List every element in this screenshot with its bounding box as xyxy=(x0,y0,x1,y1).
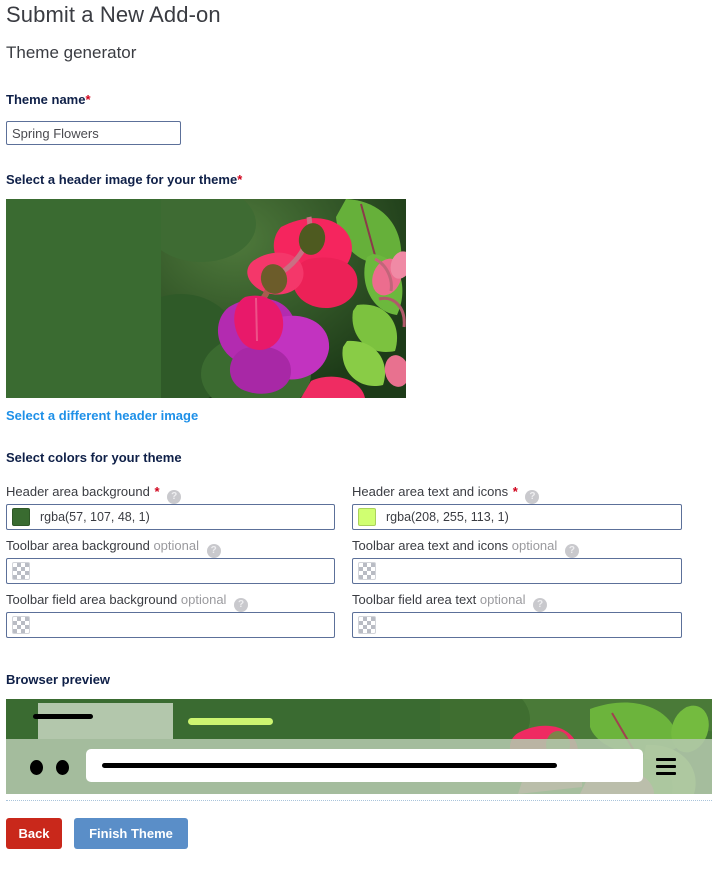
color-value-text: rgba(57, 107, 48, 1) xyxy=(40,510,150,524)
optional-text: optional xyxy=(511,538,558,553)
color-field-caption: Header area text and icons * ? xyxy=(352,484,682,504)
color-field-toolbar-field-area-background: Toolbar field area background optional ? xyxy=(6,592,335,638)
color-field-label: Header area background xyxy=(6,484,150,499)
color-swatch-transparent[interactable] xyxy=(12,616,30,634)
header-image-photo xyxy=(161,199,406,398)
color-field-label: Toolbar area background xyxy=(6,538,150,553)
theme-generator-page: Submit a New Add-on Theme generator Them… xyxy=(0,0,718,870)
preview-hamburger-menu-icon xyxy=(656,758,676,776)
optional-text: optional xyxy=(153,538,199,553)
color-swatch[interactable] xyxy=(12,508,30,526)
color-field-caption: Toolbar field area background optional ? xyxy=(6,592,335,612)
page-subtitle: Theme generator xyxy=(6,43,137,62)
help-icon[interactable]: ? xyxy=(525,490,540,504)
color-field-label: Toolbar field area text xyxy=(352,592,477,607)
color-field-header-area-text-and-icons: Header area text and icons * ? rgba(208,… xyxy=(352,484,682,530)
color-picker-input[interactable]: rgba(57, 107, 48, 1) xyxy=(6,504,335,530)
preview-url-text-bar xyxy=(102,763,557,768)
help-icon[interactable]: ? xyxy=(234,598,249,612)
color-field-label: Toolbar area text and icons xyxy=(352,538,509,553)
optional-text: optional xyxy=(479,592,526,607)
page-title: Submit a New Add-on xyxy=(6,2,221,27)
color-field-caption: Toolbar area background optional ? xyxy=(6,538,335,558)
preview-url-bar xyxy=(86,749,643,782)
preview-toolbar xyxy=(6,739,712,794)
preview-tab-strip xyxy=(6,699,712,739)
color-field-toolbar-area-background: Toolbar area background optional ? xyxy=(6,538,335,584)
preview-active-tab xyxy=(38,703,173,739)
colors-section-label: Select colors for your theme xyxy=(6,450,182,465)
color-field-header-area-background: Header area background * ? rgba(57, 107,… xyxy=(6,484,335,530)
theme-name-label-text: Theme name xyxy=(6,92,86,107)
color-field-caption: Toolbar field area text optional ? xyxy=(352,592,682,612)
browser-preview-label: Browser preview xyxy=(6,672,111,687)
header-image-label-text: Select a header image for your theme xyxy=(6,172,238,187)
required-asterisk: * xyxy=(85,92,91,107)
color-field-label: Toolbar field area background xyxy=(6,592,178,607)
color-swatch-transparent[interactable] xyxy=(358,616,376,634)
help-icon[interactable]: ? xyxy=(564,544,579,558)
color-picker-input[interactable]: rgba(208, 255, 113, 1) xyxy=(352,504,682,530)
color-picker-input[interactable] xyxy=(6,558,335,584)
color-field-toolbar-area-text-and-icons: Toolbar area text and icons optional ? xyxy=(352,538,682,584)
required-asterisk: * xyxy=(237,172,243,187)
color-swatch-transparent[interactable] xyxy=(12,562,30,580)
color-field-caption: Toolbar area text and icons optional ? xyxy=(352,538,682,558)
theme-name-input[interactable] xyxy=(6,121,181,145)
color-picker-input[interactable] xyxy=(6,612,335,638)
color-field-label: Header area text and icons xyxy=(352,484,509,499)
color-picker-input[interactable] xyxy=(352,612,682,638)
back-button[interactable]: Back xyxy=(6,818,62,849)
required-asterisk: * xyxy=(154,484,160,499)
header-image-label: Select a header image for your theme* xyxy=(6,172,242,187)
preview-back-button-icon xyxy=(30,760,43,775)
finish-theme-button[interactable]: Finish Theme xyxy=(74,818,188,849)
preview-inactive-tab-title-bar xyxy=(188,718,273,725)
color-value-text: rgba(208, 255, 113, 1) xyxy=(386,510,509,524)
color-picker-input[interactable] xyxy=(352,558,682,584)
preview-forward-button-icon xyxy=(56,760,69,775)
color-field-toolbar-field-area-text: Toolbar field area text optional ? xyxy=(352,592,682,638)
browser-preview xyxy=(6,699,712,794)
color-fields-right-column: Header area text and icons * ? rgba(208,… xyxy=(352,484,682,646)
select-different-header-image-link[interactable]: Select a different header image xyxy=(6,408,198,423)
help-icon[interactable]: ? xyxy=(533,598,548,612)
form-divider xyxy=(6,800,712,801)
color-field-caption: Header area background * ? xyxy=(6,484,335,504)
color-fields-left-column: Header area background * ? rgba(57, 107,… xyxy=(6,484,335,646)
color-swatch[interactable] xyxy=(358,508,376,526)
preview-active-tab-title-bar xyxy=(33,714,93,719)
help-icon[interactable]: ? xyxy=(206,544,221,558)
required-asterisk: * xyxy=(512,484,518,499)
color-swatch-transparent[interactable] xyxy=(358,562,376,580)
theme-name-label: Theme name* xyxy=(6,92,91,107)
fuchsia-flowers-illustration xyxy=(161,199,406,398)
help-icon[interactable]: ? xyxy=(167,490,182,504)
header-image-preview xyxy=(6,199,406,398)
optional-text: optional xyxy=(180,592,227,607)
